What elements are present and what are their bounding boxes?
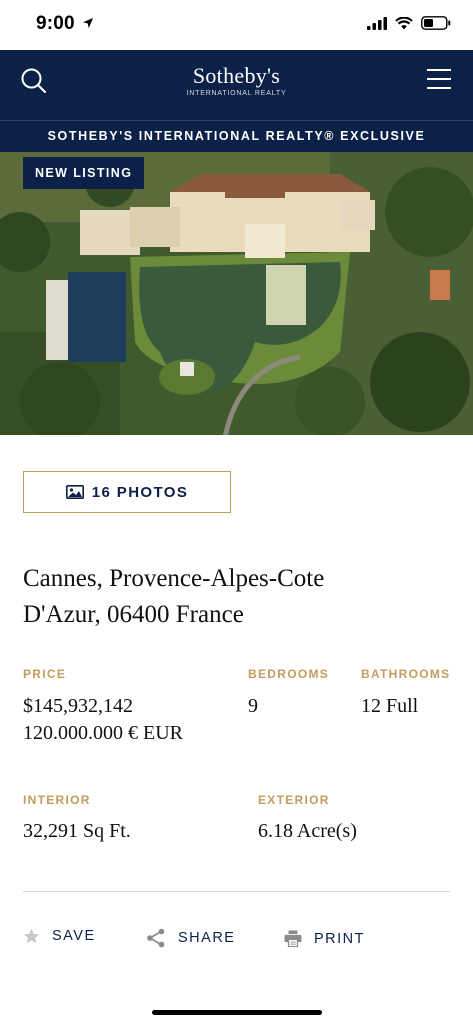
listing-hero-photo[interactable]	[0, 152, 473, 435]
menu-bar	[427, 69, 451, 71]
menu-button[interactable]	[427, 69, 451, 93]
print-button[interactable]: PRINT	[284, 930, 365, 947]
interior-label: INTERIOR	[23, 793, 91, 807]
bedrooms-label: BEDROOMS	[248, 667, 330, 681]
save-button[interactable]: SAVE	[23, 928, 96, 944]
listing-address: Cannes, Provence-Alpes-Cote D'Azur, 0640…	[23, 561, 453, 633]
bathrooms-label: BATHROOMS	[361, 667, 451, 681]
wifi-icon	[395, 16, 413, 29]
bedrooms-value: 9	[248, 695, 258, 717]
status-time: 9:00	[36, 13, 75, 34]
logo-wordmark: Sotheby's	[192, 63, 281, 88]
home-indicator[interactable]	[152, 1010, 322, 1015]
printer-icon	[284, 930, 302, 947]
section-divider	[23, 891, 450, 892]
exclusive-banner: SOTHEBY'S INTERNATIONAL REALTY® EXCLUSIV…	[0, 120, 473, 152]
new-listing-badge: NEW LISTING	[23, 157, 145, 189]
share-icon	[147, 928, 165, 948]
exterior-label: EXTERIOR	[258, 793, 330, 807]
battery-icon	[421, 16, 451, 30]
image-icon	[65, 485, 84, 499]
view-photos-button[interactable]: 16 PHOTOS	[23, 471, 231, 513]
menu-bar	[427, 87, 451, 89]
price-eur: 120.000.000 € EUR	[23, 722, 183, 744]
location-arrow-icon	[83, 18, 93, 28]
status-bar: 9:00	[0, 0, 473, 50]
sothebys-logo[interactable]: Sotheby's INTERNATIONAL REALTY	[0, 63, 473, 97]
logo-subtitle: INTERNATIONAL REALTY	[186, 90, 287, 97]
star-icon	[23, 928, 40, 944]
status-icons	[367, 16, 451, 30]
bathrooms-value: 12 Full	[361, 695, 419, 717]
price-label: PRICE	[23, 667, 67, 681]
exterior-value: 6.18 Acre(s)	[258, 820, 357, 842]
address-line-2: D'Azur, 06400 France	[23, 601, 244, 628]
photos-button-label: 16 PHOTOS	[91, 483, 189, 501]
price-usd: $145,932,142	[23, 695, 133, 717]
save-label: SAVE	[52, 928, 96, 944]
site-header: Sotheby's INTERNATIONAL REALTY	[0, 50, 473, 120]
estate-aerial-image	[0, 152, 473, 435]
address-line-1: Cannes, Provence-Alpes-Cote	[23, 565, 325, 592]
interior-value: 32,291 Sq Ft.	[23, 820, 131, 842]
menu-bar	[427, 78, 451, 80]
signal-icon	[367, 16, 387, 30]
share-button[interactable]: SHARE	[146, 928, 235, 948]
print-label: PRINT	[314, 930, 365, 947]
share-label: SHARE	[178, 930, 236, 946]
